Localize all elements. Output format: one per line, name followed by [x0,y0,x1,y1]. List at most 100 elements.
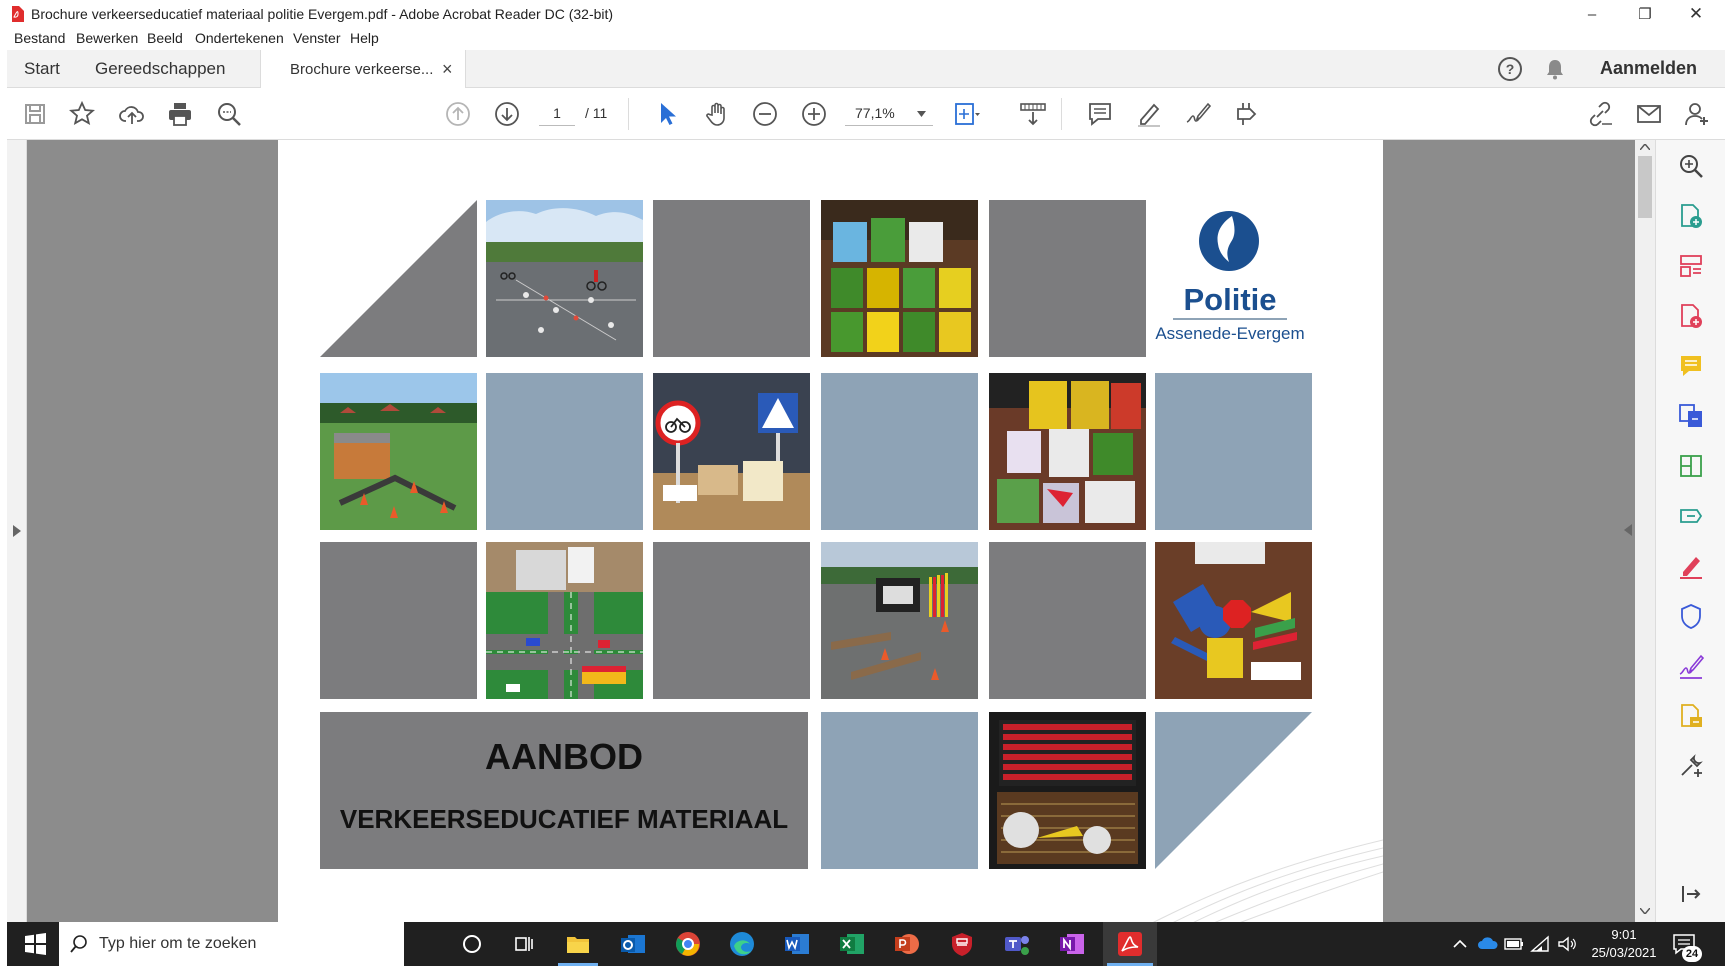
onenote-icon[interactable] [1058,930,1086,958]
search-zoom-icon[interactable] [215,100,243,128]
request-signature-icon[interactable] [1677,652,1705,680]
word-icon[interactable] [783,930,811,958]
chrome-icon[interactable] [674,930,702,958]
minimize-button[interactable]: – [1568,0,1616,28]
bookmark-star-icon[interactable] [68,100,96,128]
highlight-pen-icon[interactable] [1135,100,1163,128]
hand-tool-icon[interactable] [703,100,731,128]
toolbar: 1 / 11 77,1% [7,88,1725,140]
toolbar-divider [1061,98,1062,130]
page-number-input[interactable]: 1 [539,102,575,126]
acrobat-pdf-icon [12,6,24,22]
notification-count-badge: 24 [1682,946,1702,962]
help-icon[interactable]: ? [1498,57,1522,81]
tab-document[interactable]: Brochure verkeerse... × [260,50,466,89]
menu-bestand[interactable]: Bestand [14,30,65,46]
security-shield-app-icon[interactable] [948,930,976,958]
zoom-level-select[interactable]: 77,1% [845,102,933,126]
menu-venster[interactable]: Venster [293,30,340,46]
organize-pages-icon[interactable] [1677,252,1705,280]
grey-tile [653,542,810,699]
task-view-icon[interactable] [510,930,538,958]
show-hidden-icons-chevron-icon[interactable] [1453,939,1467,948]
share-link-icon[interactable] [1586,100,1614,128]
photo-bicycle-course-case [821,542,978,699]
window-title: Brochure verkeerseducatief materiaal pol… [31,6,614,22]
menu-help[interactable]: Help [350,30,379,46]
signin-button[interactable]: Aanmelden [1600,58,1697,79]
teams-icon[interactable] [1003,930,1031,958]
blue-tile [1155,373,1312,530]
scrollbar-thumb[interactable] [1638,156,1652,218]
wifi-icon[interactable] [1530,935,1550,953]
fit-page-icon[interactable] [952,100,980,128]
close-tab-button[interactable]: × [442,59,453,80]
police-flame-icon [1199,211,1259,271]
collapse-panel-icon[interactable] [1677,880,1705,908]
export-pdf-icon[interactable] [1677,202,1705,230]
brochure-title-block: AANBOD VERKEERSEDUCATIEF MATERIAAL [320,712,808,869]
onedrive-cloud-icon[interactable] [1477,935,1499,951]
add-user-icon[interactable] [1683,100,1711,128]
tab-tools[interactable]: Gereedschappen [95,50,225,88]
blue-tile [486,373,643,530]
photo-books-and-materials [989,373,1146,530]
previous-page-icon[interactable] [444,100,472,128]
zoom-search-icon[interactable] [1677,152,1705,180]
volume-icon[interactable] [1557,936,1577,952]
save-icon[interactable] [21,100,49,128]
zoom-in-icon[interactable] [800,100,828,128]
grey-tile [320,542,477,699]
protect-shield-icon[interactable] [1677,602,1705,630]
excel-icon[interactable] [838,930,866,958]
menu-bar: Bestand Bewerken Beeld Ondertekenen Vens… [0,28,1725,50]
outlook-icon[interactable] [619,930,647,958]
battery-icon[interactable] [1504,937,1524,951]
fill-sign-icon[interactable] [1184,100,1212,128]
edge-icon[interactable] [728,930,756,958]
close-window-button[interactable]: ✕ [1672,0,1720,28]
taskbar-clock[interactable]: 9:01 25/03/2021 [1585,926,1663,962]
windows-start-icon[interactable] [21,930,49,958]
taskbar-search-box[interactable]: Typ hier om te zoeken [59,922,404,966]
file-explorer-icon[interactable] [564,930,592,958]
cloud-upload-icon[interactable] [118,100,146,128]
zoom-out-icon[interactable] [751,100,779,128]
menu-ondertekenen[interactable]: Ondertekenen [195,30,284,46]
scroll-up-icon[interactable] [1640,144,1650,150]
email-icon[interactable] [1635,100,1663,128]
menu-beeld[interactable]: Beeld [147,30,183,46]
vertical-scrollbar[interactable] [1624,140,1655,922]
photo-books-on-table [821,200,978,357]
bell-icon[interactable] [1544,58,1566,80]
tab-start[interactable]: Start [24,50,60,88]
fill-and-sign-icon[interactable] [1677,552,1705,580]
photo-traffic-playmat [486,542,643,699]
document-viewer[interactable]: Politie Assenede-Evergem AANBOD VERKEERS… [27,140,1635,922]
menu-bewerken[interactable]: Bewerken [76,30,138,46]
edit-pdf-icon[interactable] [1677,452,1705,480]
expand-right-panel-icon[interactable] [1624,524,1632,536]
next-page-icon[interactable] [493,100,521,128]
expand-left-panel-icon[interactable] [13,525,21,537]
brochure-title-line1: AANBOD [485,736,643,777]
export-file-icon[interactable] [1677,702,1705,730]
grey-triangle-tile [320,200,477,357]
scroll-mode-icon[interactable] [1019,100,1047,128]
restore-button[interactable]: ❐ [1621,0,1669,28]
share-tools-icon[interactable] [1233,100,1261,128]
scroll-down-icon[interactable] [1640,908,1650,914]
photo-traffic-signs [653,373,810,530]
cortana-icon[interactable] [458,930,486,958]
comment-icon[interactable] [1086,100,1114,128]
page-total: / 11 [585,105,608,121]
powerpoint-icon[interactable] [893,930,921,958]
comment-tool-icon[interactable] [1677,352,1705,380]
acrobat-reader-icon[interactable] [1116,930,1144,958]
more-tools-icon[interactable] [1677,752,1705,780]
create-pdf-icon[interactable] [1677,302,1705,330]
combine-files-icon[interactable] [1677,402,1705,430]
select-cursor-icon[interactable] [653,100,681,128]
print-icon[interactable] [166,100,194,128]
send-for-review-icon[interactable] [1677,502,1705,530]
